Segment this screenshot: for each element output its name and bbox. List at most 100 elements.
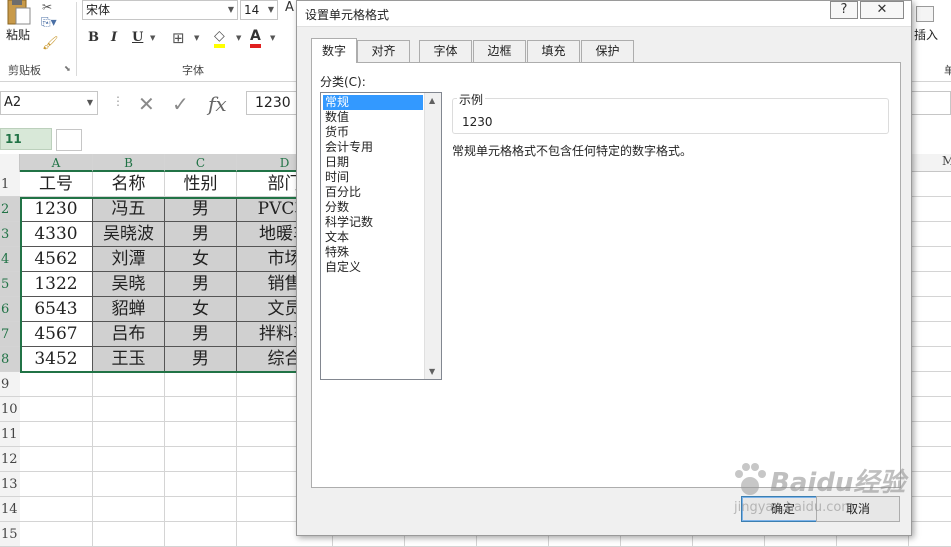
- tab-font[interactable]: 字体: [419, 40, 472, 62]
- category-item[interactable]: 特殊: [323, 245, 423, 260]
- column-header-m[interactable]: M: [942, 154, 951, 168]
- paste-button[interactable]: 粘贴: [2, 0, 36, 42]
- insert-function-icon[interactable]: fx: [208, 92, 227, 116]
- row-header[interactable]: 11: [0, 422, 20, 447]
- tab-number[interactable]: 数字: [311, 38, 357, 63]
- font-group-label: 字体: [182, 64, 204, 77]
- row-header[interactable]: 8: [0, 347, 20, 372]
- category-item[interactable]: 自定义: [323, 260, 423, 275]
- row-header[interactable]: 15: [0, 522, 20, 547]
- category-item[interactable]: 文本: [323, 230, 423, 245]
- row-header[interactable]: 2: [0, 197, 20, 222]
- format-painter-icon[interactable]: 🖌: [42, 36, 59, 51]
- name-box[interactable]: A2 ▼: [0, 91, 98, 115]
- category-item[interactable]: 货币: [323, 125, 423, 140]
- row-header[interactable]: 10: [0, 397, 20, 422]
- tab-fill[interactable]: 填充: [527, 40, 580, 62]
- table-cell[interactable]: 6543: [20, 297, 93, 322]
- category-scrollbar[interactable]: ▲ ▼: [424, 93, 441, 379]
- tab-alignment[interactable]: 对齐: [357, 40, 410, 62]
- table-cell[interactable]: 男: [165, 322, 237, 347]
- insert-icon[interactable]: [916, 6, 934, 22]
- row-header[interactable]: 9: [0, 372, 20, 397]
- font-size-select[interactable]: 14 ▼: [240, 0, 278, 20]
- outline-level[interactable]: 11: [0, 128, 52, 150]
- scroll-up-icon[interactable]: ▲: [429, 96, 435, 105]
- category-listbox[interactable]: 常规 数值 货币 会计专用 日期 时间 百分比 分数 科学记数 文本 特殊 自定义 ▲ ▼: [320, 92, 442, 380]
- category-item[interactable]: 时间: [323, 170, 423, 185]
- font-family-select[interactable]: 宋体 ▼: [82, 0, 238, 20]
- format-cells-dialog: 设置单元格格式 ? ✕ 数字 对齐 字体 边框 填充 保护 分类(C): 常规数…: [296, 0, 912, 536]
- category-item[interactable]: 百分比: [323, 185, 423, 200]
- row-header[interactable]: 14: [0, 497, 20, 522]
- chevron-down-icon[interactable]: ▼: [150, 34, 155, 42]
- dialog-titlebar[interactable]: 设置单元格格式 ? ✕: [297, 1, 911, 27]
- table-cell[interactable]: 女: [165, 247, 237, 272]
- table-cell[interactable]: 刘潭: [93, 247, 165, 272]
- table-cell[interactable]: 1230: [20, 197, 93, 222]
- column-header-a[interactable]: A: [20, 154, 93, 172]
- chevron-down-icon[interactable]: ▼: [236, 34, 241, 42]
- column-header-b[interactable]: B: [93, 154, 165, 172]
- category-item[interactable]: 日期: [323, 155, 423, 170]
- font-color-icon[interactable]: A: [250, 28, 261, 48]
- grow-font-icon[interactable]: A: [285, 0, 294, 15]
- category-item[interactable]: 会计专用: [323, 140, 423, 155]
- table-cell[interactable]: 吴晓: [93, 272, 165, 297]
- category-item[interactable]: 分数: [323, 200, 423, 215]
- table-cell[interactable]: 男: [165, 347, 237, 372]
- enter-icon[interactable]: ✓: [172, 92, 189, 116]
- clipboard-launcher-icon[interactable]: ⬊: [64, 64, 71, 73]
- table-cell[interactable]: 4330: [20, 222, 93, 247]
- header-cell[interactable]: 名称: [93, 172, 165, 197]
- chevron-down-icon[interactable]: ▼: [270, 34, 275, 42]
- chevron-down-icon[interactable]: ▼: [194, 34, 199, 42]
- tab-protection[interactable]: 保护: [581, 40, 634, 62]
- bold-button[interactable]: B: [88, 30, 99, 45]
- table-cell[interactable]: 4562: [20, 247, 93, 272]
- copy-icon[interactable]: ⎘▾: [41, 15, 57, 30]
- border-icon[interactable]: ⊞: [172, 29, 185, 47]
- table-cell[interactable]: 3452: [20, 347, 93, 372]
- cancel-icon[interactable]: ✕: [138, 92, 155, 116]
- row-header[interactable]: 1: [0, 172, 20, 197]
- close-button[interactable]: ✕: [860, 1, 904, 19]
- category-item[interactable]: 科学记数: [323, 215, 423, 230]
- header-cell[interactable]: 性别: [165, 172, 237, 197]
- close-icon: ✕: [876, 2, 888, 17]
- row-header[interactable]: 12: [0, 447, 20, 472]
- table-cell[interactable]: 男: [165, 272, 237, 297]
- select-all-corner[interactable]: [0, 154, 20, 172]
- table-cell[interactable]: 男: [165, 197, 237, 222]
- table-cell[interactable]: 貂蝉: [93, 297, 165, 322]
- watermark-brand: Baidu经验: [770, 468, 906, 498]
- underline-button[interactable]: U: [132, 30, 143, 45]
- header-cell[interactable]: 工号: [20, 172, 93, 197]
- category-item[interactable]: 常规: [323, 95, 423, 110]
- row-header[interactable]: 4: [0, 247, 20, 272]
- table-cell[interactable]: 冯五: [93, 197, 165, 222]
- table-cell[interactable]: 吕布: [93, 322, 165, 347]
- row-header[interactable]: 6: [0, 297, 20, 322]
- fill-color-icon[interactable]: ◇: [214, 28, 225, 48]
- cut-icon[interactable]: ✂: [42, 0, 52, 14]
- outline-level-label: 11: [5, 132, 22, 146]
- italic-button[interactable]: I: [111, 30, 117, 45]
- scroll-down-icon[interactable]: ▼: [429, 367, 435, 376]
- row-header[interactable]: 13: [0, 472, 20, 497]
- row-header[interactable]: 5: [0, 272, 20, 297]
- row-header[interactable]: 3: [0, 222, 20, 247]
- watermark-url: jingyan.baidu.com: [734, 500, 854, 515]
- row-header[interactable]: 7: [0, 322, 20, 347]
- table-cell[interactable]: 王玉: [93, 347, 165, 372]
- table-cell[interactable]: 1322: [20, 272, 93, 297]
- category-item[interactable]: 数值: [323, 110, 423, 125]
- insert-label[interactable]: 插入: [914, 26, 938, 43]
- column-header-c[interactable]: C: [165, 154, 237, 172]
- table-cell[interactable]: 男: [165, 222, 237, 247]
- table-cell[interactable]: 吴晓波: [93, 222, 165, 247]
- table-cell[interactable]: 女: [165, 297, 237, 322]
- tab-border[interactable]: 边框: [473, 40, 526, 62]
- table-cell[interactable]: 4567: [20, 322, 93, 347]
- help-button[interactable]: ?: [830, 1, 858, 19]
